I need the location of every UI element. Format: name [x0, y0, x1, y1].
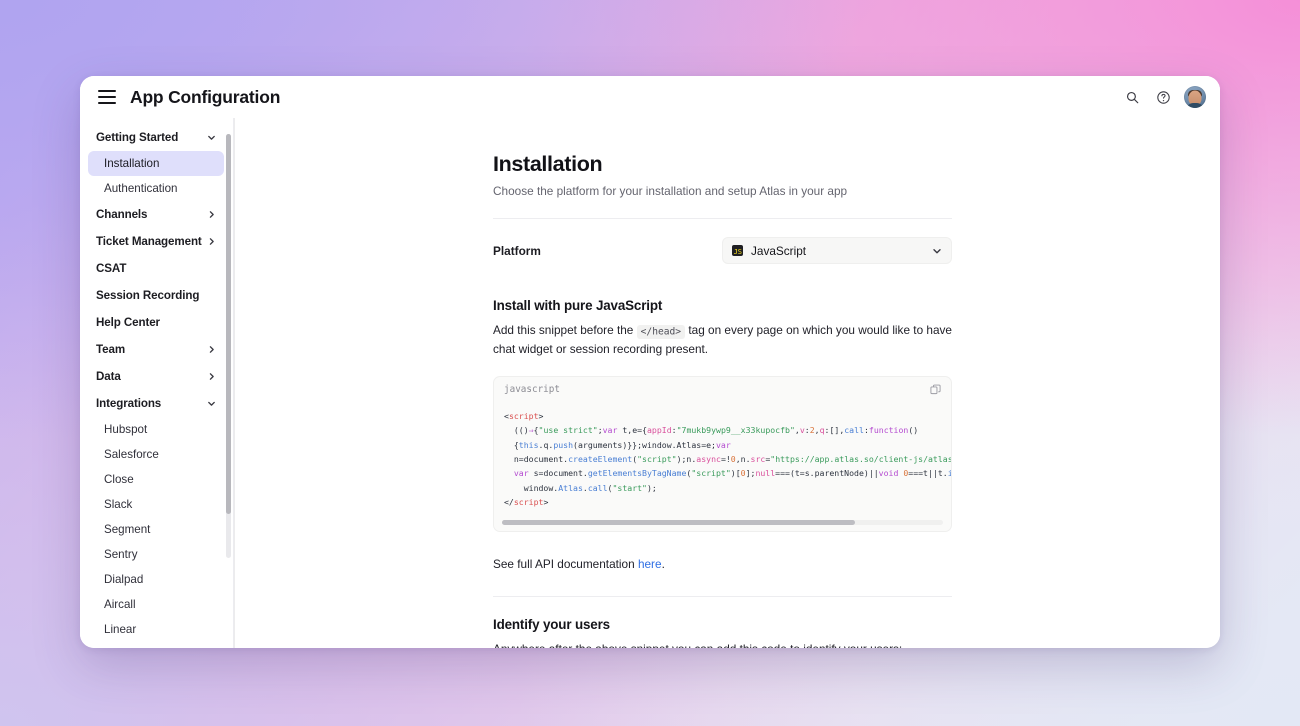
sidebar-item-data[interactable]: Data	[88, 363, 224, 390]
sidebar-scrollbar[interactable]	[226, 134, 231, 558]
platform-row: Platform JS JavaScript	[493, 237, 952, 264]
chevron-down-icon	[208, 135, 215, 140]
chevron-right-icon	[209, 238, 214, 245]
sidebar-item-session-recording[interactable]: Session Recording	[88, 282, 224, 309]
sidebar-item-close[interactable]: Close	[88, 467, 224, 492]
sidebar-item-hubspot[interactable]: Hubspot	[88, 417, 224, 442]
chevron-down-icon	[208, 401, 215, 406]
code-block-install: javascript <script> (()⇒{"use strict";va…	[493, 376, 952, 533]
section-two-heading: Identify your users	[493, 616, 610, 632]
chevron-down-icon	[933, 248, 941, 253]
section-one-heading: Install with pure JavaScript	[493, 298, 663, 313]
installation-title: Installation	[493, 152, 603, 176]
sidebar-nav: Getting Started Installation Authenticat…	[80, 124, 234, 648]
sidebar-item-slack[interactable]: Slack	[88, 492, 224, 517]
app-header: App Configuration	[80, 76, 1220, 118]
section-one-text: Add this snippet before the </head> tag …	[493, 321, 952, 358]
installation-subtitle: Choose the platform for your installatio…	[493, 184, 848, 198]
sidebar-item-help-center[interactable]: Help Center	[88, 309, 224, 336]
code-scrollbar-thumb[interactable]	[502, 520, 855, 526]
sidebar-item-installation[interactable]: Installation	[88, 151, 224, 176]
avatar-body	[1185, 103, 1205, 108]
divider-two	[493, 595, 952, 597]
chevron-right-icon	[209, 211, 214, 218]
sidebar-item-label: Ticket Management	[96, 235, 202, 248]
sidebar-item-sentry[interactable]: Sentry	[88, 542, 224, 567]
sidebar-item-channels[interactable]: Channels	[88, 201, 224, 228]
sidebar-item-integrations[interactable]: Integrations	[88, 390, 224, 417]
avatar[interactable]	[1184, 86, 1206, 108]
sidebar-item-label: Team	[96, 343, 126, 356]
sidebar-item-authentication[interactable]: Authentication	[88, 176, 224, 201]
chevron-right-icon	[209, 373, 214, 380]
main-content: Installation Choose the platform for you…	[234, 118, 1220, 648]
platform-select[interactable]: JS JavaScript	[722, 237, 952, 264]
api-docs-text-before: See full API documentation	[493, 557, 635, 572]
sidebar-item-aircall[interactable]: Aircall	[88, 592, 224, 617]
sidebar-item-jira[interactable]: Jira	[88, 642, 224, 648]
sidebar-item-segment[interactable]: Segment	[88, 517, 224, 542]
chevron-right-icon	[209, 346, 214, 353]
platform-selected-value: JavaScript	[751, 243, 807, 258]
sidebar-item-label: Getting Started	[96, 131, 179, 144]
section-one-text-before: Add this snippet before the	[493, 323, 634, 337]
page-title: App Configuration	[130, 86, 281, 107]
sidebar-item-salesforce[interactable]: Salesforce	[88, 442, 224, 467]
copy-icon[interactable]	[930, 384, 941, 395]
sidebar-item-linear[interactable]: Linear	[88, 617, 224, 642]
sidebar-item-label: Integrations	[96, 397, 162, 410]
hamburger-icon[interactable]	[98, 90, 116, 104]
sidebar-item-label: Session Recording	[96, 289, 200, 302]
code-block-header: javascript	[494, 377, 951, 401]
code-content-install[interactable]: <script> (()⇒{"use strict";var t,e={appI…	[494, 401, 951, 519]
sidebar-item-ticket-management[interactable]: Ticket Management	[88, 228, 224, 255]
section-two-text: Anywhere after the above snippet you can…	[493, 640, 952, 649]
divider	[493, 218, 952, 219]
sidebar-item-dialpad[interactable]: Dialpad	[88, 567, 224, 592]
api-docs-link[interactable]: here	[638, 557, 662, 571]
sidebar-item-label: Help Center	[96, 316, 160, 329]
sidebar-item-label: Data	[96, 370, 121, 383]
app-window: App Configuration Getting Started Instal…	[80, 76, 1220, 648]
sidebar-item-team[interactable]: Team	[88, 336, 224, 363]
api-docs-line: See full API documentation here.	[493, 555, 952, 573]
javascript-icon: JS	[732, 245, 743, 256]
help-circle-icon[interactable]	[1153, 87, 1173, 107]
sidebar-item-label: Channels	[96, 208, 148, 221]
inline-code-head-tag: </head>	[636, 324, 686, 339]
sidebar-item-label: CSAT	[96, 262, 127, 275]
code-horizontal-scrollbar[interactable]	[502, 520, 943, 526]
api-docs-text-after: .	[661, 557, 665, 572]
sidebar-item-csat[interactable]: CSAT	[88, 255, 224, 282]
search-icon[interactable]	[1122, 87, 1142, 107]
platform-label: Platform	[493, 243, 541, 258]
sidebar-item-getting-started[interactable]: Getting Started	[88, 124, 224, 151]
header-actions	[1122, 86, 1206, 108]
sidebar: Getting Started Installation Authenticat…	[80, 118, 234, 648]
code-language-label: javascript	[504, 383, 560, 395]
